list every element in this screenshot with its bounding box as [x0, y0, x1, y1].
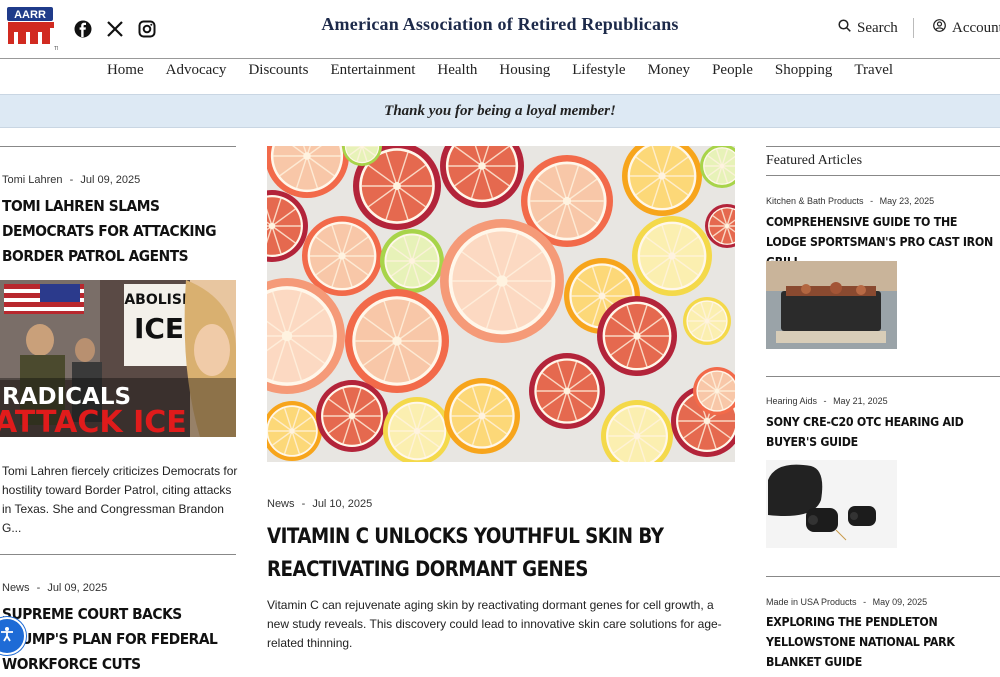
featured-article-image-hearing-aid[interactable]: [766, 460, 897, 548]
featured-articles-heading: Featured Articles: [766, 153, 863, 168]
citrus-slice: [316, 380, 388, 452]
right-divider-4: [766, 576, 1000, 577]
featured-article-category[interactable]: Made in USA Products: [766, 597, 857, 607]
nav-money[interactable]: Money: [637, 62, 702, 84]
nav-discounts[interactable]: Discounts: [237, 62, 319, 84]
right-divider-3: [766, 376, 1000, 377]
featured-headline[interactable]: Vitamin C Unlocks Youthful Skin by React…: [267, 520, 737, 586]
logo-text: AARR: [14, 9, 46, 21]
nav-advocacy[interactable]: Advocacy: [155, 62, 238, 84]
citrus-slice: [380, 229, 444, 293]
citrus-slice: [529, 353, 605, 429]
main-nav: Home Advocacy Discounts Entertainment He…: [0, 62, 1000, 84]
citrus-slice: [302, 216, 382, 296]
svg-text:ICE: ICE: [134, 312, 184, 345]
citrus-slice: [267, 278, 345, 394]
featured-article-meta: Kitchen & Bath Products - May 23, 2025: [766, 196, 935, 206]
article-headline[interactable]: Tomi Lahren Slams Democrats for Attackin…: [2, 194, 237, 269]
citrus-slice: [622, 146, 702, 216]
article-image-protest[interactable]: ABOLISH ICE RADICALS ATTACK ICE: [0, 280, 236, 437]
featured-meta: News - Jul 10, 2025: [267, 498, 373, 510]
article-category[interactable]: News: [2, 582, 30, 594]
article-meta-2: News - Jul 09, 2025: [2, 582, 108, 594]
nav-travel[interactable]: Travel: [843, 62, 904, 84]
citrus-slice: [632, 216, 712, 296]
featured-article-title[interactable]: Sony CRE-C20 OTC Hearing Aid Buyer's Gui…: [766, 412, 1000, 452]
svg-text:TM: TM: [54, 46, 58, 50]
featured-article-category[interactable]: Hearing Aids: [766, 396, 817, 406]
article-excerpt: Tomi Lahren fiercely criticizes Democrat…: [2, 464, 238, 535]
overlay-text-attack-ice: ATTACK ICE: [0, 405, 187, 437]
featured-article-date: May 21, 2025: [833, 396, 888, 406]
article-date: Jul 09, 2025: [47, 582, 108, 594]
banner-text: Thank you for being a loyal member!: [384, 102, 616, 119]
left-divider: [0, 146, 236, 147]
citrus-slice: [700, 146, 735, 188]
right-divider: [766, 146, 1000, 147]
nav-entertainment[interactable]: Entertainment: [319, 62, 426, 84]
site-logo[interactable]: AARR TM: [6, 6, 61, 52]
featured-article-meta: Made in USA Products - May 09, 2025: [766, 597, 928, 607]
right-divider-2: [766, 175, 1000, 176]
nav-lifestyle[interactable]: Lifestyle: [561, 62, 636, 84]
protest-sign-text-top: ABOLISH: [124, 292, 193, 308]
citrus-slice: [345, 289, 449, 393]
citrus-slice: [705, 204, 735, 248]
account-label: Account: [952, 19, 1000, 36]
featured-article-title[interactable]: Exploring the Pendleton Yellowstone Nati…: [766, 612, 1000, 672]
citrus-slice: [383, 397, 451, 462]
nav-people[interactable]: People: [701, 62, 764, 84]
accessibility-icon: [0, 626, 15, 647]
article-meta: Tomi Lahren - Jul 09, 2025: [2, 174, 141, 186]
featured-article-meta: Hearing Aids - May 21, 2025: [766, 396, 888, 406]
citrus-slice: [444, 378, 520, 454]
member-banner: Thank you for being a loyal member!: [0, 94, 1000, 128]
citrus-slice: [267, 401, 322, 461]
citrus-slice: [267, 146, 349, 198]
featured-category[interactable]: News: [267, 498, 295, 510]
search-label: Search: [857, 19, 898, 36]
featured-article-date: May 23, 2025: [879, 196, 935, 206]
citrus-slice: [597, 296, 677, 376]
citrus-slice: [440, 219, 564, 343]
featured-article-category[interactable]: Kitchen & Bath Products: [766, 196, 864, 206]
featured-article-date: May 09, 2025: [872, 597, 928, 607]
citrus-slice: [601, 400, 673, 462]
left-divider-2: [0, 554, 236, 555]
featured-article-image-grill[interactable]: [766, 261, 897, 349]
facebook-icon[interactable]: [74, 20, 92, 38]
search-icon: [838, 19, 851, 37]
article-author[interactable]: Tomi Lahren: [2, 174, 63, 186]
header-divider: [913, 18, 914, 38]
header-divider-line: [0, 58, 1000, 59]
article-headline-2[interactable]: Supreme Court Backs Trump's Plan for Fed…: [2, 602, 237, 677]
search-button[interactable]: Search: [838, 19, 898, 37]
account-button[interactable]: Account: [933, 19, 1000, 37]
x-icon[interactable]: [106, 20, 124, 38]
citrus-slice: [683, 297, 731, 345]
citrus-slice: [267, 190, 308, 262]
instagram-icon[interactable]: [138, 20, 156, 38]
featured-image-citrus[interactable]: [267, 146, 735, 462]
nav-housing[interactable]: Housing: [488, 62, 561, 84]
nav-home[interactable]: Home: [96, 62, 155, 84]
featured-date: Jul 10, 2025: [312, 498, 373, 510]
citrus-slice: [440, 146, 524, 208]
account-icon: [933, 19, 946, 37]
nav-health[interactable]: Health: [426, 62, 488, 84]
featured-excerpt: Vitamin C can rejuvenate aging skin by r…: [267, 598, 722, 650]
nav-shopping[interactable]: Shopping: [764, 62, 844, 84]
site-title[interactable]: American Association of Retired Republic…: [250, 14, 750, 35]
article-date: Jul 09, 2025: [80, 174, 141, 186]
